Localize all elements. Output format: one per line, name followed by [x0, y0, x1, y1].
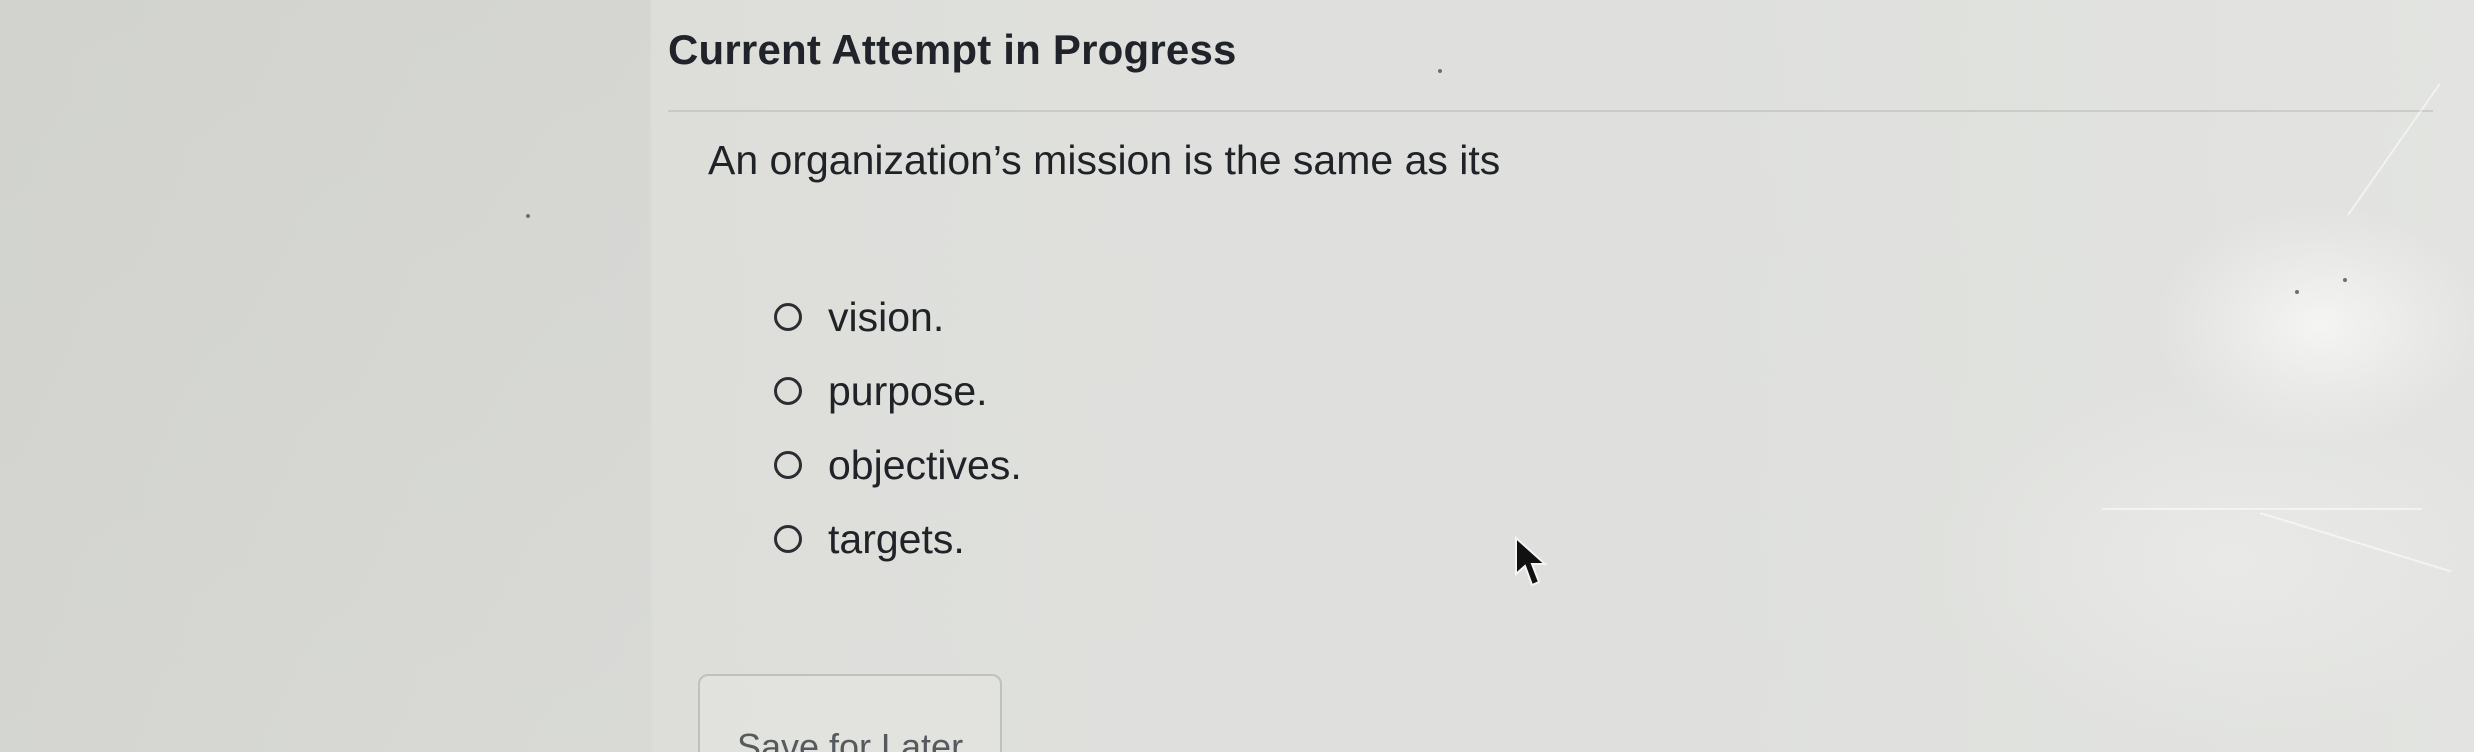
- answer-label: vision.: [828, 293, 945, 340]
- mouse-pointer-icon: [1515, 536, 1548, 587]
- save-for-later-button[interactable]: Save for Later: [698, 674, 1002, 752]
- title-divider: [668, 110, 2433, 112]
- answer-option-vision[interactable]: vision.: [774, 280, 1294, 354]
- answer-option-objectives[interactable]: objectives.: [774, 428, 1294, 502]
- radio-button-icon[interactable]: [774, 525, 802, 553]
- screen-dust-dot: [526, 214, 530, 218]
- answer-options: vision. purpose. objectives. targets.: [774, 280, 1294, 576]
- question-prompt: An organization’s mission is the same as…: [708, 137, 1501, 183]
- quiz-screen: Current Attempt in Progress An organizat…: [0, 0, 2474, 752]
- screen-dust-dot: [1438, 69, 1442, 73]
- screen-dust-dot: [2343, 278, 2347, 282]
- screen-dust-dot: [2295, 290, 2299, 294]
- left-margin: [0, 0, 650, 752]
- answer-label: purpose.: [828, 367, 988, 414]
- answer-option-targets[interactable]: targets.: [774, 502, 1294, 576]
- answer-label: targets.: [828, 515, 965, 562]
- page-title: Current Attempt in Progress: [668, 26, 1237, 73]
- radio-button-icon[interactable]: [774, 451, 802, 479]
- radio-button-icon[interactable]: [774, 303, 802, 331]
- answer-label: objectives.: [828, 441, 1022, 488]
- radio-button-icon[interactable]: [774, 377, 802, 405]
- answer-option-purpose[interactable]: purpose.: [774, 354, 1294, 428]
- screen-glare: [2102, 508, 2422, 510]
